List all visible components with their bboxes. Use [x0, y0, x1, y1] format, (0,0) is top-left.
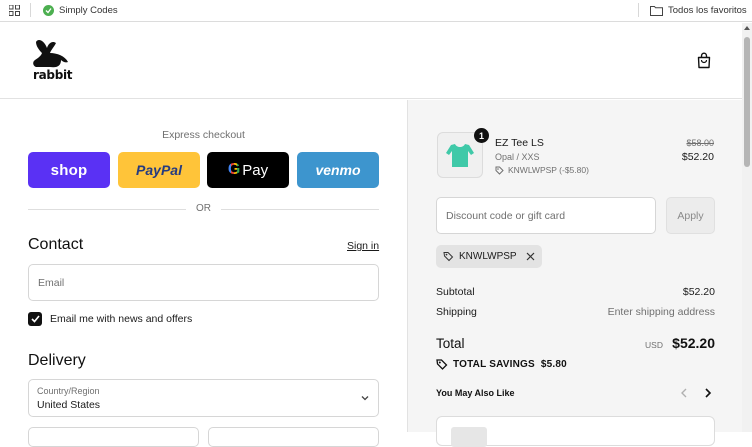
google-pay-button[interactable]: G Pay: [207, 152, 289, 188]
shop-pay-label: shop: [50, 161, 88, 179]
newsletter-label: Email me with news and offers: [50, 313, 193, 325]
folder-icon: [650, 6, 663, 16]
apply-discount-button[interactable]: Apply: [666, 197, 715, 234]
last-name-field[interactable]: [208, 427, 379, 447]
product-name: EZ Tee LS: [495, 137, 544, 149]
shopping-bag-icon[interactable]: [696, 52, 712, 69]
quantity-badge: 1: [474, 128, 489, 143]
product-discount: KNWLWPSP (-$5.80): [495, 165, 589, 175]
brand-wordmark: rabbit: [33, 68, 73, 82]
checkmark-icon: [30, 315, 40, 323]
country-select[interactable]: Country/Region United States: [28, 379, 379, 417]
contact-heading: Contact: [28, 236, 84, 253]
scroll-thumb[interactable]: [744, 37, 750, 167]
total-row: Total USD $52.20: [436, 335, 715, 353]
venmo-label: venmo: [315, 162, 361, 178]
total-value: $52.20: [672, 335, 715, 351]
bookmarks-bar: Simply Codes Todos los favoritos: [0, 0, 752, 22]
total-savings: TOTAL SAVINGS $5.80: [436, 358, 567, 370]
bookmark-all-favorites[interactable]: Todos los favoritos: [650, 3, 747, 18]
page-scrollbar[interactable]: [742, 23, 752, 432]
tag-icon: [495, 166, 504, 175]
chevron-left-icon[interactable]: [678, 387, 690, 399]
or-divider: OR: [28, 203, 379, 215]
subtotal-row: Subtotal $52.20: [436, 286, 715, 298]
applied-code-text: KNWLWPSP: [459, 251, 517, 262]
first-name-field[interactable]: [28, 427, 199, 447]
or-label: OR: [196, 203, 211, 214]
paypal-button[interactable]: PayPal: [118, 152, 200, 188]
shipping-row: Shipping Enter shipping address: [436, 306, 715, 318]
tag-icon: [443, 252, 454, 262]
scroll-up-arrow-icon[interactable]: [744, 26, 750, 30]
recommendations-heading: You May Also Like: [436, 388, 515, 398]
product-discount-text: KNWLWPSP (-$5.80): [508, 165, 589, 175]
total-label: Total: [436, 336, 465, 351]
tag-icon: [436, 359, 448, 370]
venmo-button[interactable]: venmo: [297, 152, 379, 188]
google-g-icon: G: [227, 161, 241, 178]
discount-placeholder: Discount code or gift card: [446, 210, 566, 222]
recommendation-image: [451, 427, 487, 447]
order-summary: 1 EZ Tee LS Opal / XXS KNWLWPSP (-$5.80)…: [407, 100, 742, 447]
bookmark-label: Simply Codes: [59, 5, 118, 16]
close-icon[interactable]: [526, 252, 535, 261]
store-header: rabbit: [0, 23, 742, 99]
shirt-icon: [446, 144, 474, 167]
google-pay-label: Pay: [242, 161, 269, 179]
bookmark-label: Todos los favoritos: [668, 5, 747, 16]
paypal-label: PayPal: [136, 162, 182, 178]
discounted-price: $52.20: [681, 151, 714, 163]
discount-code-input[interactable]: Discount code or gift card: [436, 197, 656, 234]
country-label: Country/Region: [37, 386, 100, 396]
subtotal-label: Subtotal: [436, 286, 475, 298]
delivery-heading: Delivery: [28, 352, 86, 369]
chevron-down-icon: [361, 396, 369, 401]
simply-codes-icon: [43, 5, 54, 16]
applied-discount-chip: KNWLWPSP: [436, 245, 542, 268]
subtotal-value: $52.20: [682, 286, 715, 298]
apps-grid-icon[interactable]: [9, 5, 20, 16]
bookmark-simply-codes[interactable]: Simply Codes: [43, 3, 118, 18]
country-value: United States: [37, 399, 101, 411]
newsletter-checkbox[interactable]: [28, 312, 42, 326]
checkout-form: Express checkout shop PayPal G Pay venmo…: [0, 100, 407, 447]
currency-code: USD: [645, 340, 663, 350]
shop-pay-button[interactable]: shop: [28, 152, 110, 188]
total-savings-text: TOTAL SAVINGS $5.80: [453, 358, 567, 370]
original-price: $58.00: [686, 138, 714, 148]
email-field[interactable]: Email: [28, 264, 379, 301]
chevron-right-icon[interactable]: [702, 387, 714, 399]
product-variant: Opal / XXS: [495, 152, 540, 162]
sign-in-link[interactable]: Sign in: [347, 240, 379, 252]
recommendation-card[interactable]: [436, 416, 715, 447]
bookmarks-divider: [638, 3, 639, 17]
email-placeholder: Email: [38, 277, 65, 289]
shipping-label: Shipping: [436, 306, 477, 318]
bookmarks-divider: [30, 3, 31, 17]
shipping-value: Enter shipping address: [607, 306, 715, 318]
express-checkout-label: Express checkout: [162, 129, 245, 141]
